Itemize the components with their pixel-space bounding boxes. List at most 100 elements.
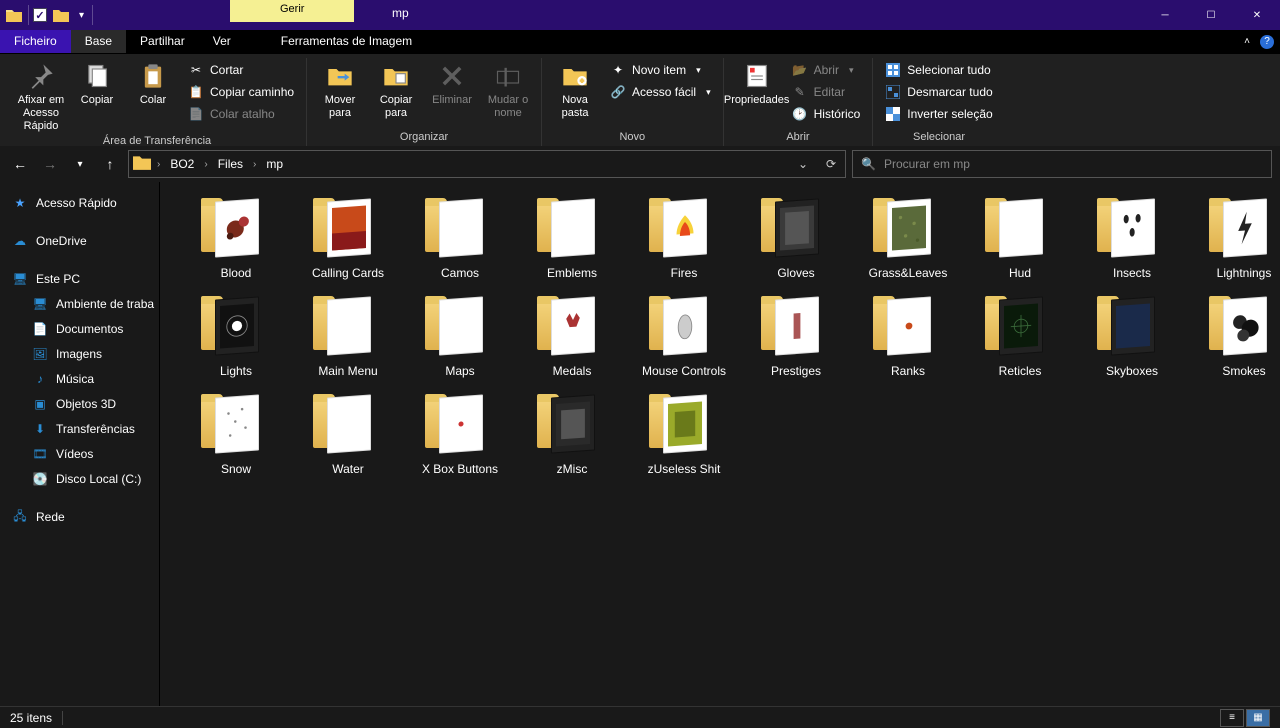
up-button[interactable]: ↑: [98, 152, 122, 176]
search-icon: 🔍: [861, 157, 876, 171]
history-button[interactable]: 🕑Histórico: [788, 104, 865, 124]
sidebar-onedrive[interactable]: ☁OneDrive: [12, 230, 159, 252]
maximize-button[interactable]: ☐: [1188, 0, 1234, 30]
folder-item[interactable]: X Box Buttons: [404, 394, 516, 476]
sidebar-local-disk[interactable]: 💽Disco Local (C:): [12, 468, 159, 490]
forward-button[interactable]: →: [38, 152, 62, 176]
edit-button[interactable]: ✎Editar: [788, 82, 865, 102]
breadcrumb-0[interactable]: BO2: [164, 157, 200, 171]
pin-to-quick-access-button[interactable]: Afixar em Acesso Rápido: [16, 58, 66, 133]
chevron-right-icon[interactable]: ›: [204, 159, 207, 170]
properties-button[interactable]: Propriedades: [732, 58, 782, 107]
folder-item[interactable]: zUseless Shit: [628, 394, 740, 476]
breadcrumb-1[interactable]: Files: [212, 157, 249, 171]
select-none-button[interactable]: Desmarcar tudo: [881, 82, 996, 102]
tab-share[interactable]: Partilhar: [126, 30, 199, 53]
tab-home[interactable]: Base: [71, 30, 126, 53]
breadcrumb-2[interactable]: mp: [260, 157, 289, 171]
sidebar-network[interactable]: 🖧Rede: [12, 506, 159, 528]
folder-item[interactable]: Insects: [1076, 198, 1188, 280]
delete-button[interactable]: Eliminar: [427, 58, 477, 107]
back-button[interactable]: ←: [8, 152, 32, 176]
sidebar-videos[interactable]: 🎞Vídeos: [12, 443, 159, 465]
close-button[interactable]: ✕: [1234, 0, 1280, 30]
search-input[interactable]: [884, 157, 1271, 171]
folder-item[interactable]: Ranks: [852, 296, 964, 378]
folder-item[interactable]: zMisc: [516, 394, 628, 476]
folder-label: Smokes: [1222, 364, 1265, 378]
ribbon-group-new: Nova pasta ✦Novo item▾ 🔗Acesso fácil▾ No…: [542, 58, 724, 146]
cut-button[interactable]: ✂Cortar: [184, 60, 298, 80]
tab-view[interactable]: Ver: [199, 30, 245, 53]
folder-icon: [133, 154, 153, 174]
new-item-button[interactable]: ✦Novo item▾: [606, 60, 715, 80]
search-box[interactable]: 🔍: [852, 150, 1272, 178]
folder-item[interactable]: Smokes: [1188, 296, 1280, 378]
copy-path-button[interactable]: 📋Copiar caminho: [184, 82, 298, 102]
qat-properties-icon[interactable]: ✓: [33, 8, 47, 22]
folder-item[interactable]: Medals: [516, 296, 628, 378]
folder-item[interactable]: Skyboxes: [1076, 296, 1188, 378]
desktop-icon: 🖥: [32, 296, 48, 312]
large-icons-view-button[interactable]: ▦: [1246, 709, 1270, 727]
paste-button[interactable]: Colar: [128, 58, 178, 107]
path-icon: 📋: [188, 84, 204, 100]
folder-label: zMisc: [557, 462, 588, 476]
folder-item[interactable]: Hud: [964, 198, 1076, 280]
folder-item[interactable]: Calling Cards: [292, 198, 404, 280]
folder-item[interactable]: Reticles: [964, 296, 1076, 378]
select-all-button[interactable]: Selecionar tudo: [881, 60, 996, 80]
sidebar-desktop[interactable]: 🖥Ambiente de traba: [12, 293, 159, 315]
sidebar-pictures[interactable]: 🖼Imagens: [12, 343, 159, 365]
folder-item[interactable]: Camos: [404, 198, 516, 280]
recent-locations-button[interactable]: ▾: [68, 152, 92, 176]
paste-shortcut-button[interactable]: 📄Colar atalho: [184, 104, 298, 124]
details-view-button[interactable]: ≡: [1220, 709, 1244, 727]
folder-item[interactable]: Main Menu: [292, 296, 404, 378]
folder-item[interactable]: Lights: [180, 296, 292, 378]
content-pane[interactable]: BloodCalling CardsCamosEmblemsFiresGlove…: [160, 182, 1280, 706]
sidebar-3d-objects[interactable]: ▣Objetos 3D: [12, 393, 159, 415]
qat-dropdown-icon[interactable]: ▾: [75, 10, 88, 21]
folder-item[interactable]: Mouse Controls: [628, 296, 740, 378]
chevron-right-icon[interactable]: ›: [253, 159, 256, 170]
folder-item[interactable]: Snow: [180, 394, 292, 476]
folder-item[interactable]: Prestiges: [740, 296, 852, 378]
folder-item[interactable]: Blood: [180, 198, 292, 280]
tab-image-tools[interactable]: Ferramentas de Imagem: [267, 30, 426, 53]
refresh-button[interactable]: ⟳: [817, 151, 845, 177]
folder-icon: [649, 394, 719, 456]
chevron-right-icon[interactable]: ›: [157, 159, 160, 170]
minimize-button[interactable]: ─: [1142, 0, 1188, 30]
copy-to-button[interactable]: Copiar para: [371, 58, 421, 120]
invert-selection-button[interactable]: Inverter seleção: [881, 104, 996, 124]
contextual-tab-manage[interactable]: Gerir: [230, 0, 354, 22]
sidebar-quick-access[interactable]: ★Acesso Rápido: [12, 192, 159, 214]
main-area: ★Acesso Rápido ☁OneDrive 🖥Este PC 🖥Ambie…: [0, 182, 1280, 706]
open-button[interactable]: 📂Abrir▾: [788, 60, 865, 80]
address-bar[interactable]: › BO2 › Files › mp ⌄ ⟳: [128, 150, 846, 178]
tab-file[interactable]: Ficheiro: [0, 30, 71, 53]
titlebar: ✓ ▾ Gerir mp ─ ☐ ✕: [0, 0, 1280, 30]
folder-item[interactable]: Lightnings: [1188, 198, 1280, 280]
help-icon[interactable]: ?: [1260, 35, 1274, 49]
easy-access-button[interactable]: 🔗Acesso fácil▾: [606, 82, 715, 102]
sidebar-documents[interactable]: 📄Documentos: [12, 318, 159, 340]
folder-item[interactable]: Emblems: [516, 198, 628, 280]
folder-item[interactable]: Fires: [628, 198, 740, 280]
folder-icon: [4, 5, 24, 25]
rename-button[interactable]: Mudar o nome: [483, 58, 533, 120]
folder-item[interactable]: Maps: [404, 296, 516, 378]
folder-item[interactable]: Grass&Leaves: [852, 198, 964, 280]
sidebar-downloads[interactable]: ⬇Transferências: [12, 418, 159, 440]
address-dropdown-button[interactable]: ⌄: [789, 151, 817, 177]
copy-button[interactable]: Copiar: [72, 58, 122, 107]
folder-item[interactable]: Gloves: [740, 198, 852, 280]
folder-item[interactable]: Water: [292, 394, 404, 476]
folder-icon[interactable]: [51, 5, 71, 25]
move-to-button[interactable]: Mover para: [315, 58, 365, 120]
sidebar-this-pc[interactable]: 🖥Este PC: [12, 268, 159, 290]
sidebar-music[interactable]: ♪Música: [12, 368, 159, 390]
collapse-ribbon-icon[interactable]: ˄: [1244, 36, 1250, 47]
new-folder-button[interactable]: Nova pasta: [550, 58, 600, 120]
